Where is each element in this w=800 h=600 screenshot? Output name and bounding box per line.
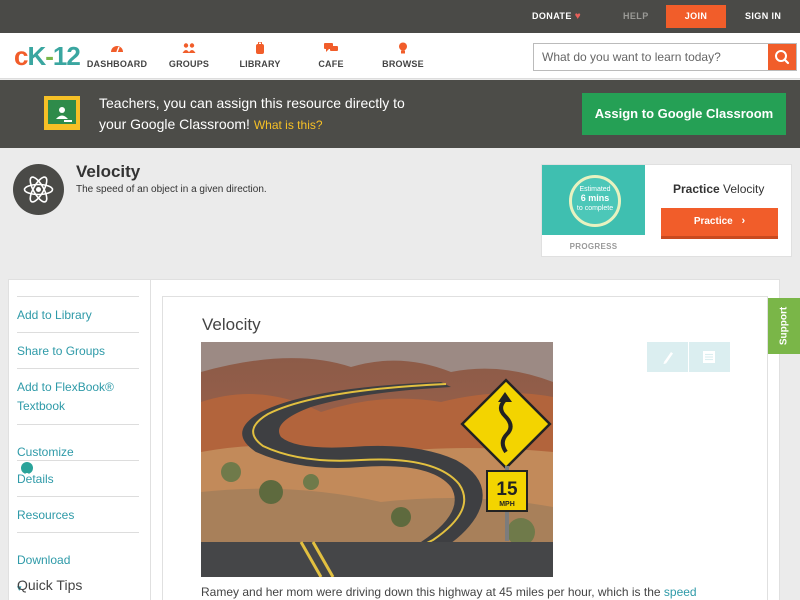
toolbar-divider — [688, 342, 689, 372]
practice-button-label: Practice — [693, 216, 733, 227]
estimated-label: Estimated — [579, 186, 611, 193]
chat-bubbles-icon — [324, 43, 338, 52]
google-classroom-icon — [44, 96, 80, 130]
ck12-logo[interactable]: cK-12 — [14, 41, 81, 71]
speed-vocab-link[interactable]: speed — [664, 585, 697, 599]
sign-in-link[interactable]: SIGN IN — [745, 0, 781, 33]
sidebar-item-add-to-flexbook[interactable]: Add to FlexBook® Textbook — [17, 368, 139, 424]
sidebar-item-label: Share to Groups — [17, 344, 106, 358]
practice-heading-bold: Practice — [673, 182, 720, 196]
quick-tips-heading: Quick Tips — [17, 577, 83, 593]
sidebar-item-label: Add to FlexBook® Textbook — [17, 380, 114, 413]
heart-icon: ♥ — [574, 11, 582, 22]
support-label: Support — [778, 306, 790, 346]
sidebar-item-label: Resources — [17, 508, 75, 522]
sidebar-item-add-to-library[interactable]: Add to Library — [17, 296, 139, 332]
sidebar-item-label: Customize — [17, 445, 74, 459]
estimated-time: Estimated 6 mins to complete — [569, 185, 621, 213]
sidebar-item-label: Details — [17, 472, 54, 486]
concept-subtitle: The speed of an object in a given direct… — [76, 184, 267, 195]
annotation-toolbar — [647, 342, 730, 372]
logo-c: c — [14, 41, 29, 71]
nav-library[interactable]: LIBRARY — [237, 33, 283, 79]
resource-sidebar: Add to Library Share to Groups Add to Fl… — [8, 279, 151, 600]
donate-link[interactable]: DONATE ♥ — [532, 0, 581, 33]
nav-cafe[interactable]: CAFE — [313, 33, 349, 79]
logo-number: 12 — [52, 41, 81, 71]
top-bar: DONATE ♥ HELP JOIN SIGN IN — [0, 0, 800, 33]
sign-speed-unit: MPH — [499, 501, 515, 508]
practice-card: Estimated 6 mins to complete PROGRESS Pr… — [541, 164, 792, 257]
practice-heading-topic: Velocity — [719, 182, 765, 196]
sidebar-item-label: Add to Library — [17, 308, 92, 322]
magnifier-icon — [775, 50, 790, 65]
practice-heading: Practice Velocity — [673, 182, 764, 196]
sidebar-item-resources[interactable]: Resources — [17, 496, 139, 532]
notepad-icon[interactable] — [702, 350, 716, 364]
speedometer-icon — [111, 46, 123, 53]
join-button[interactable]: JOIN — [666, 5, 726, 28]
progress-label: PROGRESS — [569, 242, 618, 251]
sidebar-item-label: Download — [17, 553, 71, 567]
people-icon — [182, 43, 196, 53]
banner-message: Teachers, you can assign this resource d… — [99, 93, 529, 136]
sidebar-item-details[interactable]: Details — [17, 460, 139, 496]
practice-button[interactable]: Practice › — [661, 208, 778, 239]
search-button[interactable] — [768, 44, 796, 70]
nav-dashboard[interactable]: DASHBOARD — [86, 33, 148, 79]
backpack-icon — [256, 42, 264, 54]
nav-cafe-label: CAFE — [318, 59, 344, 69]
banner-line-1: Teachers, you can assign this resource d… — [99, 95, 405, 111]
donate-label: DONATE — [532, 11, 572, 21]
nav-browse-label: BROWSE — [382, 59, 424, 69]
sign-speed-number: 15 — [496, 479, 518, 500]
what-is-this-link[interactable]: What is this? — [254, 118, 323, 132]
nav-browse[interactable]: BROWSE — [380, 33, 426, 79]
article-title: Velocity — [202, 315, 261, 334]
nav-groups[interactable]: GROUPS — [165, 33, 213, 79]
atom-icon — [13, 164, 64, 215]
assign-to-google-classroom-button[interactable]: Assign to Google Classroom — [582, 93, 786, 135]
estimated-mins: 6 mins — [580, 193, 610, 203]
help-link[interactable]: HELP — [623, 0, 649, 33]
logo-k: K — [27, 41, 46, 71]
lightbulb-icon — [399, 42, 407, 54]
nav-groups-label: GROUPS — [168, 59, 210, 69]
sidebar-item-share-to-groups[interactable]: Share to Groups — [17, 332, 139, 368]
sidebar-item-download[interactable]: Download ▾ — [17, 532, 139, 593]
banner-line-2: your Google Classroom! — [99, 116, 250, 132]
to-complete-label: to complete — [576, 205, 614, 212]
winding-road-image: 15 MPH — [201, 342, 553, 577]
search-box — [533, 43, 797, 71]
chevron-right-icon: › — [741, 215, 746, 227]
nav-dashboard-label: DASHBOARD — [86, 59, 148, 69]
logo-dash: - — [45, 41, 54, 71]
article-text-body: Ramey and her mom were driving down this… — [201, 585, 664, 599]
support-tab[interactable]: Support — [768, 298, 800, 354]
progress-graphic: Estimated 6 mins to complete — [542, 165, 645, 235]
pencil-icon[interactable] — [661, 349, 675, 365]
nav-library-label: LIBRARY — [239, 59, 281, 69]
sidebar-item-customize[interactable]: Customize? — [17, 424, 139, 481]
concept-title: Velocity — [76, 162, 141, 181]
article-paragraph: Ramey and her mom were driving down this… — [201, 585, 697, 599]
main-nav: cK-12 DASHBOARD GROUPS LIBRARY CAFE BROW… — [0, 33, 800, 79]
search-input[interactable] — [534, 44, 770, 70]
